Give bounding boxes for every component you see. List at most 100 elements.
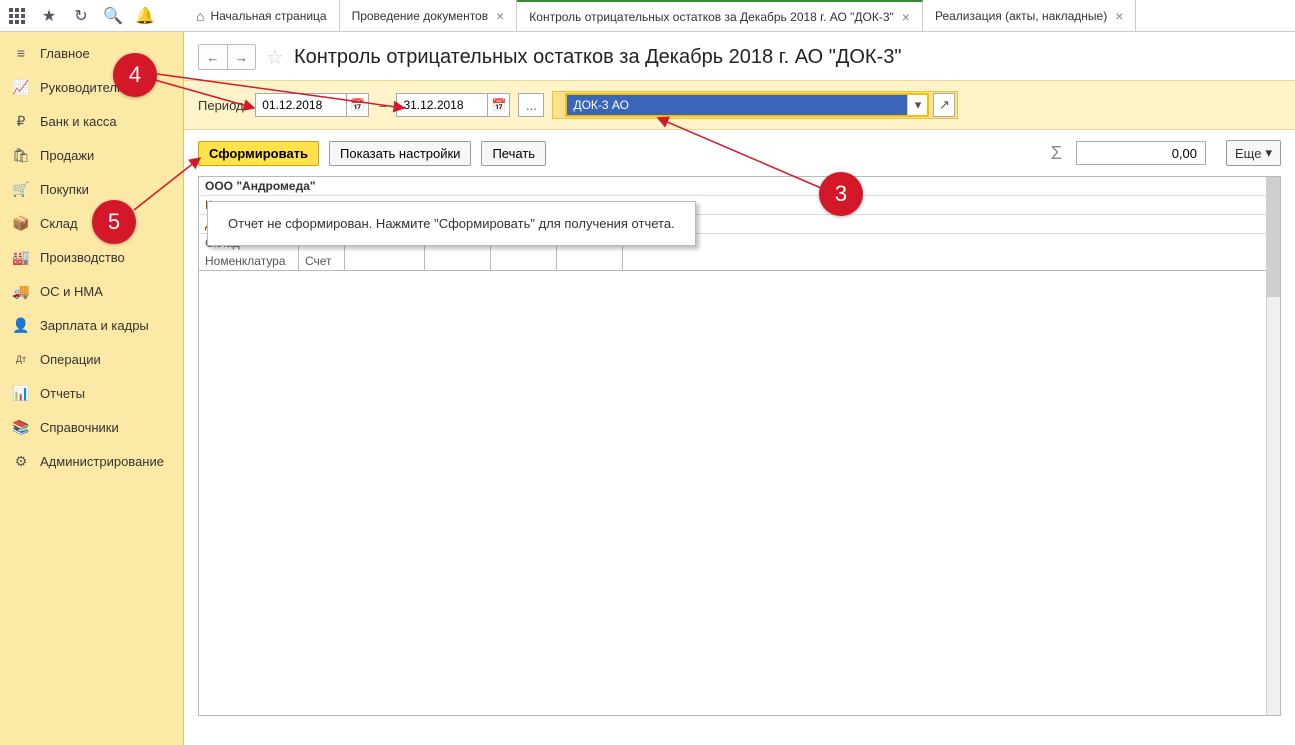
more-button[interactable]: Еще▾ [1226,140,1281,166]
date-to-field[interactable]: 📅 [396,93,510,117]
person-icon: 👤 [12,316,30,334]
history-icon[interactable]: ↻ [72,7,90,25]
box-icon: 📦 [12,214,30,232]
callout-5: 5 [92,200,136,244]
grid-col-schet: Счет [299,252,345,270]
grid-org-header: ООО "Андромеда" [199,177,1280,196]
search-icon[interactable]: 🔍 [104,7,122,25]
sidebar-item-bank[interactable]: ₽ Банк и касса [0,104,183,138]
date-dash: – [377,98,388,113]
favorite-icon[interactable]: ★ [40,7,58,25]
show-settings-button[interactable]: Показать настройки [329,141,471,166]
sidebar-item-label: Справочники [40,420,119,435]
sidebar-item-label: Зарплата и кадры [40,318,149,333]
title-row: ← → ☆ Контроль отрицательных остатков за… [184,32,1295,80]
sidebar-item-label: Операции [40,352,101,367]
tab-label: Реализация (акты, накладные) [935,9,1107,23]
date-from-field[interactable]: 📅 [255,93,369,117]
nav-forward-button[interactable]: → [227,45,255,69]
gear-icon: ⚙ [12,452,30,470]
grid-col-b4 [557,252,623,270]
truck-icon: 🚚 [12,282,30,300]
sidebar-item-label: Отчеты [40,386,85,401]
ruble-icon: ₽ [12,112,30,130]
date-to-input[interactable] [397,94,487,116]
nav-back-button[interactable]: ← [199,45,227,69]
sidebar-item-catalogs[interactable]: 📚 Справочники [0,410,183,444]
sidebar-item-hr[interactable]: 👤 Зарплата и кадры [0,308,183,342]
factory-icon: 🏭 [12,248,30,266]
sidebar-item-label: Производство [40,250,125,265]
period-bar: Период: 📅 – 📅 ... ▾ ↗ [184,80,1295,130]
tooltip-text: Отчет не сформирован. Нажмите "Сформиров… [228,216,675,231]
calendar-icon[interactable]: 📅 [487,94,509,116]
sidebar-item-label: Продажи [40,148,94,163]
sidebar-item-label: Главное [40,46,90,61]
generate-button[interactable]: Сформировать [198,141,319,166]
sidebar-item-label: Склад [40,216,78,231]
sidebar-item-admin[interactable]: ⚙ Администрирование [0,444,183,478]
tabs-bar: ⌂ Начальная страница Проведение документ… [184,0,1295,32]
org-highlight: ▾ ↗ [552,91,958,119]
close-icon[interactable]: × [902,9,910,25]
org-combo[interactable]: ▾ [565,93,929,117]
sum-field[interactable] [1076,141,1206,165]
bag-icon: 🛍 [12,146,30,164]
action-row: Сформировать Показать настройки Печать Σ… [184,130,1295,176]
vertical-scrollbar[interactable] [1266,177,1280,715]
period-label: Период: [198,98,247,113]
tab-home[interactable]: ⌂ Начальная страница [184,0,340,31]
sidebar-item-assets[interactable]: 🚚 ОС и НМА [0,274,183,308]
bell-icon[interactable]: 🔔 [136,7,154,25]
section-sidebar: ≡Главное 📈Руководителю ₽Банк и касса 🛍Пр… [0,32,184,745]
tab-posting[interactable]: Проведение документов × [340,0,518,31]
chart-icon: 📈 [12,78,30,96]
sidebar-item-operations[interactable]: Дт Операции [0,342,183,376]
callout-3: 3 [819,172,863,216]
date-from-input[interactable] [256,94,346,116]
home-icon: ⌂ [196,8,204,24]
tab-neg-balance[interactable]: Контроль отрицательных остатков за Декаб… [517,0,923,31]
menu-icon: ≡ [12,44,30,62]
sidebar-item-purchases[interactable]: 🛒 Покупки [0,172,183,206]
grid-col-b2 [425,252,491,270]
chevron-down-icon[interactable]: ▾ [907,95,927,115]
tab-label: Начальная страница [210,9,326,23]
period-choose-button[interactable]: ... [518,93,544,117]
chevron-down-icon: ▾ [1265,145,1272,161]
grid-col-nomen: Номенклатура [199,252,299,270]
cart-icon: 🛒 [12,180,30,198]
star-icon[interactable]: ☆ [266,45,284,70]
callout-4: 4 [113,53,157,97]
grid-col-b3 [491,252,557,270]
tab-label: Проведение документов [352,9,489,23]
page-title: Контроль отрицательных остатков за Декаб… [294,46,902,69]
nav-arrows: ← → [198,44,256,70]
sidebar-item-label: Покупки [40,182,89,197]
sidebar-item-main[interactable]: ≡ Главное [0,36,183,70]
report-tooltip: Отчет не сформирован. Нажмите "Сформиров… [207,201,696,246]
org-input[interactable] [567,95,907,115]
dtct-icon: Дт [12,350,30,368]
sidebar-item-label: Администрирование [40,454,164,469]
close-icon[interactable]: × [496,8,504,24]
apps-icon[interactable] [8,7,26,25]
print-button[interactable]: Печать [481,141,546,166]
sidebar-item-label: Банк и касса [40,114,117,129]
org-open-button[interactable]: ↗ [933,93,955,117]
sidebar-item-production[interactable]: 🏭 Производство [0,240,183,274]
sidebar-item-sales[interactable]: 🛍 Продажи [0,138,183,172]
scrollbar-thumb[interactable] [1266,177,1280,297]
report-grid: ООО "Андромеда" Ко До Склад Номенклатура… [198,176,1281,716]
books-icon: 📚 [12,418,30,436]
sigma-icon: Σ [1047,143,1066,164]
tab-sales[interactable]: Реализация (акты, накладные) × [923,0,1136,31]
calendar-icon[interactable]: 📅 [346,94,368,116]
sidebar-item-label: ОС и НМА [40,284,103,299]
content-area: ← → ☆ Контроль отрицательных остатков за… [184,32,1295,745]
close-icon[interactable]: × [1115,8,1123,24]
grid-col-b1 [345,252,425,270]
tab-label: Контроль отрицательных остатков за Декаб… [529,10,894,24]
sidebar-item-reports[interactable]: 📊 Отчеты [0,376,183,410]
bars-icon: 📊 [12,384,30,402]
